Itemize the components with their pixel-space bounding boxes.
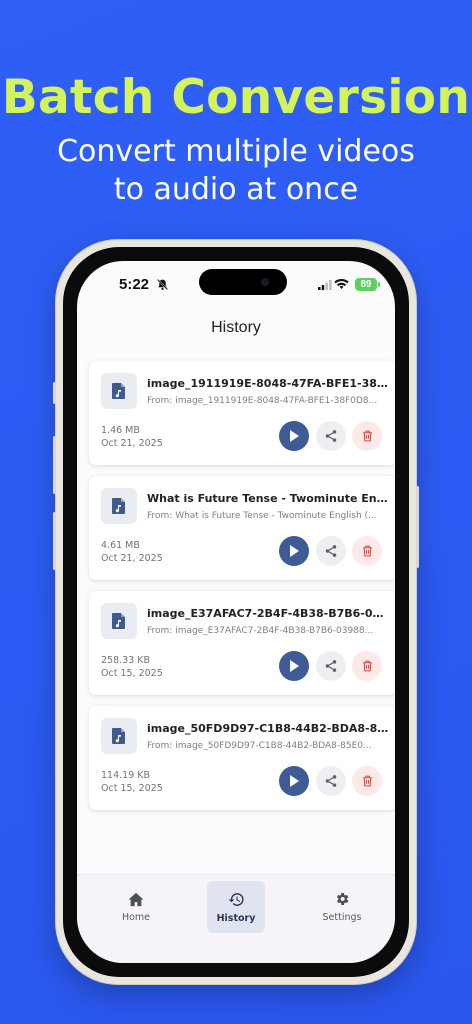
file-size: 1.46 MB bbox=[101, 425, 140, 436]
file-name: image_1911919E-8048-47FA-BFE1-38F0D... bbox=[147, 377, 389, 390]
play-icon bbox=[290, 660, 299, 672]
history-card[interactable]: image_1911919E-8048-47FA-BFE1-38F0D... F… bbox=[89, 361, 395, 465]
power-button bbox=[416, 486, 419, 568]
play-icon bbox=[290, 775, 299, 787]
bottom-navigation: Home History Settings bbox=[77, 874, 395, 963]
nav-label-home: Home bbox=[121, 911, 151, 923]
file-source: From: What is Future Tense - Twominute E… bbox=[147, 511, 377, 521]
delete-button[interactable] bbox=[352, 536, 382, 566]
file-size: 114.19 KB bbox=[101, 770, 151, 781]
play-button[interactable] bbox=[279, 766, 309, 796]
action-button bbox=[53, 382, 56, 404]
file-source: From: image_50FD9D97-C1B8-44B2-BDA8-85E0… bbox=[147, 741, 372, 751]
home-icon bbox=[128, 892, 144, 906]
app-screen: 5:22 89 History image_1911919E-8048-47FA… bbox=[77, 261, 395, 963]
audio-file-icon bbox=[101, 603, 137, 639]
share-button[interactable] bbox=[316, 766, 346, 796]
volume-up-button bbox=[53, 436, 56, 494]
signal-icon bbox=[318, 280, 332, 290]
phone-frame: 5:22 89 History image_1911919E-8048-47FA… bbox=[53, 240, 419, 984]
history-card[interactable]: image_E37AFAC7-2B4F-4B38-B7B6-039... Fro… bbox=[89, 591, 395, 695]
phone-bezel: 5:22 89 History image_1911919E-8048-47FA… bbox=[63, 247, 409, 977]
promo-title: Batch Conversion bbox=[1, 70, 471, 125]
play-icon bbox=[290, 430, 299, 442]
share-icon bbox=[325, 660, 337, 672]
promo-subtitle: Convert multiple videos to audio at once bbox=[0, 133, 472, 209]
gear-icon bbox=[336, 893, 349, 905]
share-button[interactable] bbox=[316, 421, 346, 451]
delete-button[interactable] bbox=[352, 421, 382, 451]
nav-item-history[interactable]: History bbox=[207, 881, 265, 933]
history-icon bbox=[228, 892, 244, 906]
bell-slash-icon bbox=[157, 279, 168, 290]
history-list: image_1911919E-8048-47FA-BFE1-38F0D... F… bbox=[89, 361, 395, 821]
play-button[interactable] bbox=[279, 536, 309, 566]
file-date: Oct 15, 2025 bbox=[101, 783, 163, 794]
play-button[interactable] bbox=[279, 651, 309, 681]
file-date: Oct 15, 2025 bbox=[101, 668, 163, 679]
share-icon bbox=[325, 430, 337, 442]
dynamic-island bbox=[199, 269, 287, 295]
history-card[interactable]: image_50FD9D97-C1B8-44B2-BDA8-85E... Fro… bbox=[89, 706, 395, 810]
file-source: From: image_E37AFAC7-2B4F-4B38-B7B6-0398… bbox=[147, 626, 374, 636]
share-icon bbox=[325, 545, 337, 557]
nav-item-settings[interactable]: Settings bbox=[313, 881, 371, 933]
promo-subtitle-line-1: Convert multiple videos bbox=[57, 134, 415, 169]
battery-icon: 89 bbox=[355, 278, 377, 291]
file-name: image_E37AFAC7-2B4F-4B38-B7B6-039... bbox=[147, 607, 389, 620]
file-name: What is Future Tense - Twominute English… bbox=[147, 492, 389, 505]
battery-tip bbox=[378, 282, 380, 287]
wifi-icon bbox=[334, 278, 349, 289]
trash-icon bbox=[362, 545, 372, 557]
volume-down-button bbox=[53, 512, 56, 570]
audio-file-icon bbox=[101, 373, 137, 409]
nav-item-home[interactable]: Home bbox=[107, 881, 165, 933]
camera-icon bbox=[261, 278, 269, 286]
status-time: 5:22 bbox=[119, 276, 150, 293]
trash-icon bbox=[362, 775, 372, 787]
file-date: Oct 21, 2025 bbox=[101, 553, 163, 564]
delete-button[interactable] bbox=[352, 651, 382, 681]
play-button[interactable] bbox=[279, 421, 309, 451]
promo-subtitle-line-2: to audio at once bbox=[113, 172, 359, 207]
file-name: image_50FD9D97-C1B8-44B2-BDA8-85E... bbox=[147, 722, 389, 735]
share-button[interactable] bbox=[316, 651, 346, 681]
file-size: 4.61 MB bbox=[101, 540, 140, 551]
nav-label-history: History bbox=[216, 912, 256, 924]
share-icon bbox=[325, 775, 337, 787]
history-card[interactable]: What is Future Tense - Twominute English… bbox=[89, 476, 395, 580]
nav-label-settings: Settings bbox=[322, 912, 362, 923]
file-source: From: image_1911919E-8048-47FA-BFE1-38F0… bbox=[147, 396, 378, 406]
audio-file-icon bbox=[101, 488, 137, 524]
delete-button[interactable] bbox=[352, 766, 382, 796]
audio-file-icon bbox=[101, 718, 137, 754]
trash-icon bbox=[362, 660, 372, 672]
trash-icon bbox=[362, 430, 372, 442]
page-title: History bbox=[211, 319, 261, 336]
play-icon bbox=[290, 545, 299, 557]
file-date: Oct 21, 2025 bbox=[101, 438, 163, 449]
share-button[interactable] bbox=[316, 536, 346, 566]
file-size: 258.33 KB bbox=[101, 655, 151, 666]
